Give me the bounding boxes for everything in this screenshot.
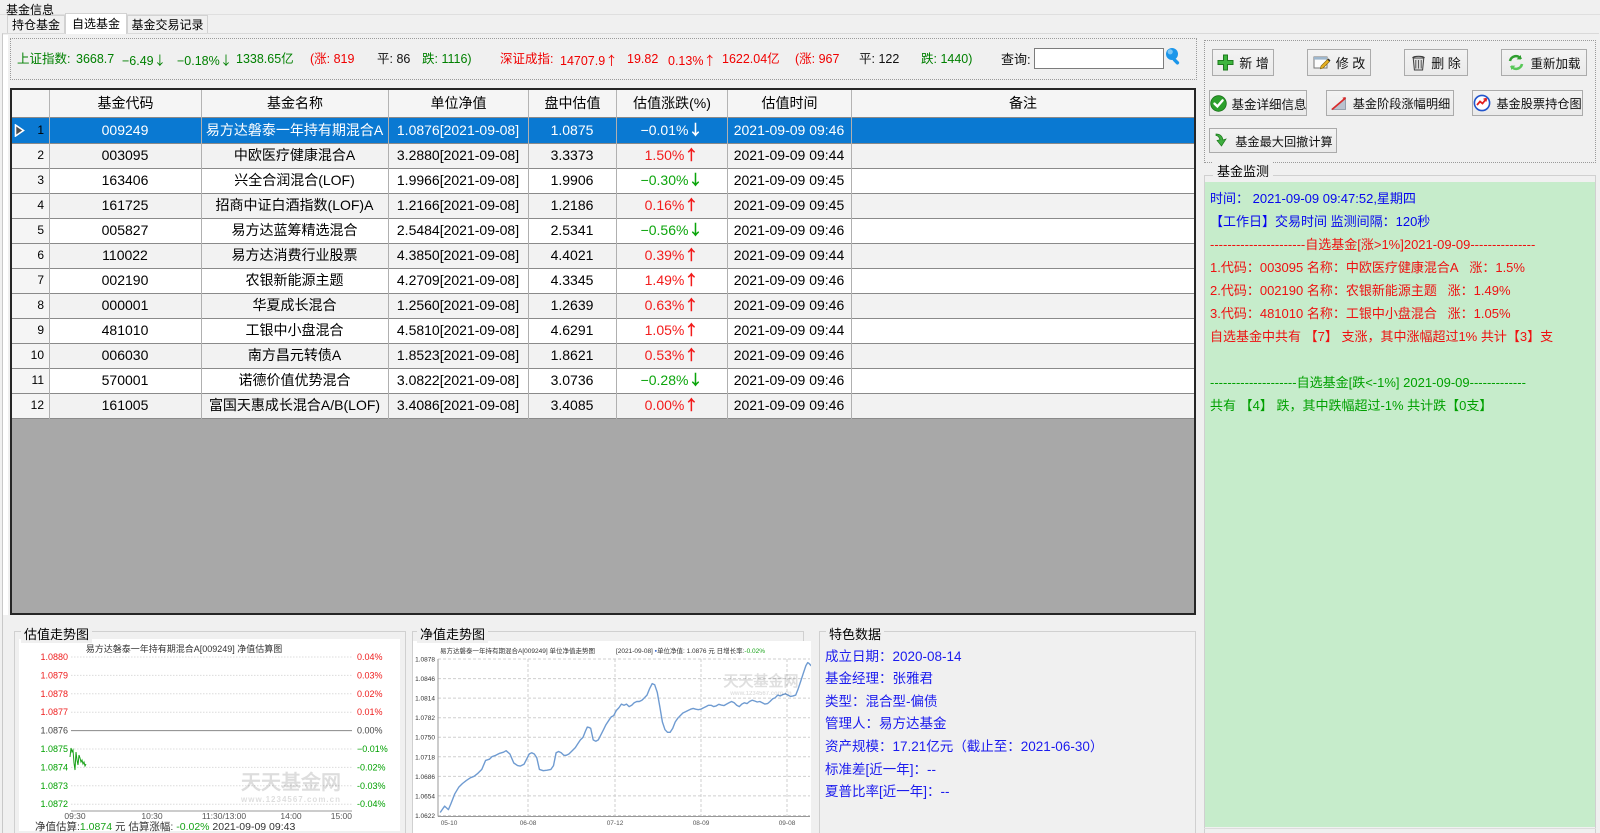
svg-text:1.0874: 1.0874 — [40, 762, 68, 772]
svg-text:08-09: 08-09 — [693, 820, 710, 827]
svg-text:1.0873: 1.0873 — [40, 781, 68, 791]
svg-text:-0.03%: -0.03% — [357, 781, 386, 791]
svg-text:0.00%: 0.00% — [357, 726, 383, 736]
svg-text:1.0622: 1.0622 — [415, 813, 435, 820]
svg-text:1.0750: 1.0750 — [415, 735, 435, 742]
svg-text:www.1234567.com.cn: www.1234567.com.cn — [240, 795, 341, 804]
svg-text:09-08: 09-08 — [779, 820, 796, 827]
svg-text:易方达磐泰一年持有期混合A[009249] 单位净值走势图: 易方达磐泰一年持有期混合A[009249] 单位净值走势图 — [440, 646, 595, 655]
svg-text:天天基金网: 天天基金网 — [723, 670, 798, 691]
svg-text:0.02%: 0.02% — [357, 689, 383, 699]
svg-text:1.0875: 1.0875 — [40, 744, 68, 754]
svg-text:1.0782: 1.0782 — [415, 715, 435, 722]
svg-text:1.0846: 1.0846 — [415, 676, 435, 683]
svg-text:−0.01%: −0.01% — [357, 744, 388, 754]
svg-text:0.01%: 0.01% — [357, 707, 383, 717]
svg-text:05-10: 05-10 — [441, 820, 458, 827]
svg-text:1.0876: 1.0876 — [40, 726, 68, 736]
svg-text:0.03%: 0.03% — [357, 670, 383, 680]
svg-text:1.0878: 1.0878 — [415, 657, 435, 664]
svg-text:0.04%: 0.04% — [357, 652, 383, 662]
svg-text:1.0686: 1.0686 — [415, 774, 435, 781]
svg-text:1.0654: 1.0654 — [415, 793, 435, 800]
svg-text:15:00: 15:00 — [331, 811, 353, 821]
svg-text:1.0879: 1.0879 — [40, 670, 68, 680]
svg-text:1.0878: 1.0878 — [40, 689, 68, 699]
svg-text:[2021-09-08] ▪单位净值: 1.0876 元 日: [2021-09-08] ▪单位净值: 1.0876 元 日增长率:-0.02% — [616, 646, 765, 655]
svg-text:-0.02%: -0.02% — [357, 762, 386, 772]
svg-text:易方达磐泰一年持有期混合A[009249] 净值估算图: 易方达磐泰一年持有期混合A[009249] 净值估算图 — [86, 643, 283, 654]
svg-text:1.0877: 1.0877 — [40, 707, 68, 717]
svg-text:www.1234567.com.cn: www.1234567.com.cn — [729, 691, 792, 697]
svg-text:07-12: 07-12 — [607, 820, 624, 827]
svg-text:1.0718: 1.0718 — [415, 754, 435, 761]
svg-text:-0.04%: -0.04% — [357, 799, 386, 809]
svg-text:06-08: 06-08 — [520, 820, 537, 827]
svg-text:1.0872: 1.0872 — [40, 799, 68, 809]
svg-text:天天基金网: 天天基金网 — [241, 766, 341, 795]
svg-text:1.0814: 1.0814 — [415, 696, 435, 703]
svg-text:1.0880: 1.0880 — [40, 652, 68, 662]
